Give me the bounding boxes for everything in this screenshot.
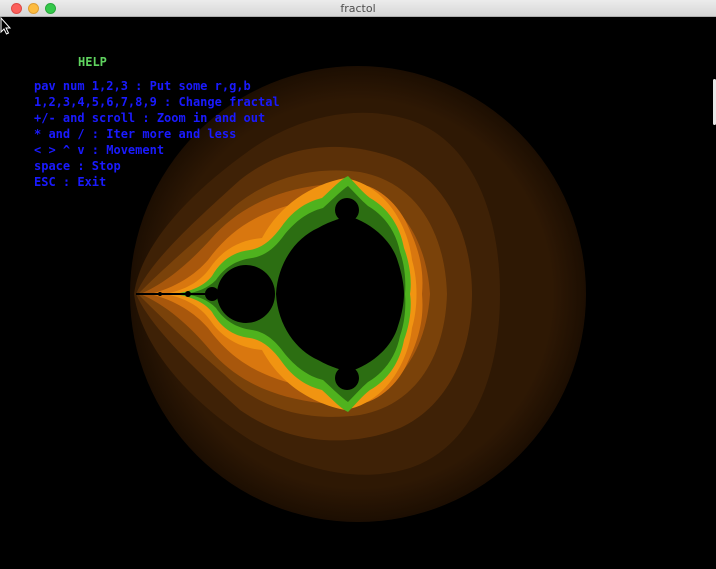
top-bulb (335, 198, 359, 222)
window-title: fractol (340, 2, 376, 15)
help-line-rgb: pav num 1,2,3 : Put some r,g,b (34, 79, 251, 93)
title-bar: fractol (0, 0, 716, 17)
help-line-exit: ESC : Exit (34, 175, 107, 189)
bottom-bulb (335, 366, 359, 390)
period-2-bulb (217, 265, 275, 323)
mouse-pointer-icon (0, 17, 12, 35)
help-line-fractal: 1,2,3,4,5,6,7,8,9 : Change fractal (34, 95, 280, 109)
help-title: HELP (78, 55, 107, 69)
help-line-movement: < > ^ v : Movement (34, 143, 165, 157)
help-line-stop: space : Stop (34, 159, 121, 173)
fractal-canvas[interactable]: HELP pav num 1,2,3 : Put some r,g,b 1,2,… (0, 17, 716, 569)
help-line-zoom: +/- and scroll : Zoom in and out (34, 111, 266, 125)
help-line-iter: * and / : Iter more and less (34, 127, 237, 141)
